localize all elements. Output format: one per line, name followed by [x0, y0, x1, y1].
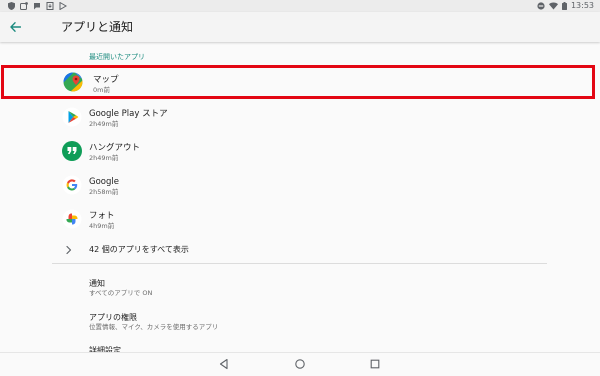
app-name: マップ: [93, 75, 119, 85]
do-not-disturb-icon: [537, 2, 545, 10]
nav-recents-icon[interactable]: [369, 358, 381, 370]
status-time: 13:53: [570, 1, 594, 10]
app-row-hangouts[interactable]: ハングアウト 2h49m前: [0, 138, 600, 172]
see-all-apps-label: 42 個のアプリをすべて表示: [89, 245, 189, 254]
back-button[interactable]: [4, 16, 26, 38]
setting-notifications[interactable]: 通知 すべてのアプリで ON: [0, 274, 600, 304]
setting-title: 通知: [89, 279, 105, 288]
nav-home-icon[interactable]: [294, 358, 306, 370]
wifi-icon: [548, 2, 558, 10]
recent-apps-header: 最近開いたアプリ: [89, 53, 145, 61]
nav-back-icon[interactable]: [218, 358, 230, 370]
google-g-icon: [62, 175, 82, 195]
system-nav-bar: [0, 352, 600, 376]
play-store-status-icon: [59, 2, 67, 10]
app-last-opened: 2h58m前: [89, 188, 119, 196]
battery-icon: [561, 2, 567, 10]
setting-summary: 位置情報、マイク、カメラを使用するアプリ: [89, 323, 219, 331]
app-name: Google: [89, 177, 119, 187]
chat-icon: [34, 3, 40, 10]
status-right-icons: 13:53: [537, 0, 594, 12]
section-divider: [52, 263, 547, 264]
app-last-opened: 2h49m前: [89, 154, 119, 162]
download-icon: [46, 2, 54, 10]
app-last-opened: 2h49m前: [89, 120, 119, 128]
status-left-icons: [8, 0, 67, 12]
photos-pinwheel-icon: [62, 209, 82, 229]
arrow-back-icon: [9, 22, 21, 32]
app-name: Google Play ストア: [89, 109, 168, 119]
setting-app-permissions[interactable]: アプリの権限 位置情報、マイク、カメラを使用するアプリ: [0, 308, 600, 338]
app-last-opened: 4h9m前: [89, 222, 115, 230]
hangouts-icon: [62, 141, 82, 161]
app-name: フォト: [89, 211, 115, 221]
app-row-maps[interactable]: マップ 0m前: [1, 65, 595, 99]
see-all-apps-row[interactable]: 42 個のアプリをすべて表示: [0, 240, 600, 260]
shield-icon: [8, 2, 15, 10]
app-last-opened: 0m前: [93, 86, 110, 94]
setting-summary: すべてのアプリで ON: [89, 289, 153, 297]
notification-icon: [20, 2, 28, 10]
app-name: ハングアウト: [89, 143, 141, 153]
google-maps-icon: [63, 72, 83, 92]
chevron-right-icon: [66, 245, 72, 255]
play-store-icon: [62, 107, 82, 127]
app-row-play-store[interactable]: Google Play ストア 2h49m前: [0, 104, 600, 138]
status-bar: 13:53: [0, 0, 600, 12]
app-row-google[interactable]: Google 2h58m前: [0, 172, 600, 206]
app-bar: アプリと通知: [0, 12, 600, 42]
page-title: アプリと通知: [61, 20, 134, 34]
app-row-photos[interactable]: フォト 4h9m前: [0, 206, 600, 240]
setting-title: アプリの権限: [89, 313, 137, 322]
